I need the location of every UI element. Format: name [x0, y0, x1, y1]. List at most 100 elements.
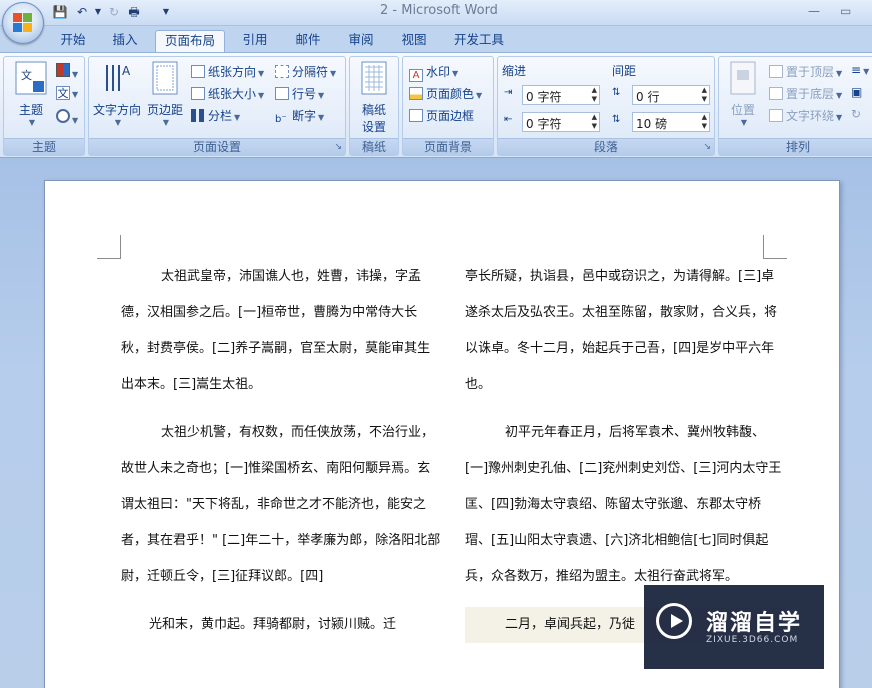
paragraph[interactable]: 太祖武皇帝，沛国谯人也，姓曹，讳操，字孟德，汉相国参之后。[一]桓帝世，曹腾为中… — [121, 259, 441, 403]
margin-corner-mark — [763, 235, 787, 259]
text-direction-icon: A — [106, 64, 131, 91]
title-bar: 💾 ↶ ▼ ↻ 🖶 ▼ 2 - Microsoft Word — ▭ — [0, 0, 872, 44]
paragraph[interactable]: 亭长所疑，执诣县，邑中或窃识之，为请得解。[三]卓遂杀太后及弘农王。太祖至陈留，… — [465, 259, 785, 403]
undo-dropdown-icon[interactable]: ▼ — [90, 4, 106, 20]
watermark-button[interactable]: A 水印 ▼ — [409, 63, 458, 82]
text-direction-button[interactable]: A 文字方向 ▼ — [91, 61, 143, 127]
line-numbers-icon — [275, 87, 289, 100]
group-icon[interactable]: ▣ — [851, 85, 862, 99]
office-logo-icon — [13, 13, 33, 33]
page-borders-icon — [409, 109, 423, 122]
indent-right-icon: ⇤ — [504, 114, 513, 125]
page-borders-button[interactable]: 页面边框 — [409, 107, 474, 124]
hyphenation-button[interactable]: b⁻ 断字 ▼ — [275, 107, 324, 127]
redo-icon[interactable]: ↻ — [106, 4, 122, 20]
theme-fonts-button[interactable]: 文 ▼ — [56, 86, 78, 100]
tab-page-layout[interactable]: 页面布局 — [155, 30, 225, 53]
draft-paper-label-1: 稿纸 — [361, 103, 386, 117]
indent-left-icon: ⇥ — [504, 87, 513, 98]
position-button[interactable]: 位置 ▼ — [723, 61, 763, 127]
page-size-button[interactable]: 纸张大小 ▼ — [191, 85, 264, 102]
page-background-group-label: 页面背景 — [403, 138, 493, 155]
print-preview-icon[interactable]: 🖶 — [126, 4, 142, 20]
page-setup-launcher-icon[interactable]: ↘ — [334, 142, 342, 152]
draft-paper-group: 稿纸 设置 稿纸 — [349, 56, 399, 156]
draft-paper-icon — [361, 61, 387, 95]
customize-toolbar-icon[interactable]: ▼ — [158, 4, 174, 20]
save-icon[interactable]: 💾 — [52, 4, 68, 20]
arrange-group-label: 排列 — [719, 138, 872, 155]
text-wrapping-button[interactable]: 文字环绕 ▼ — [769, 107, 842, 124]
left-text-column[interactable]: 太祖武皇帝，沛国谯人也，姓曹，讳操，字孟德，汉相国参之后。[一]桓帝世，曹腾为中… — [121, 259, 441, 655]
paragraph[interactable]: 初平元年春正月，后将军袁术、冀州牧韩馥、[一]豫州刺史孔伷、[二]兖州刺史刘岱、… — [465, 415, 785, 595]
send-to-back-button[interactable]: 置于底层 ▼ — [769, 85, 842, 102]
theme-colors-button[interactable]: ▼ — [56, 63, 78, 80]
send-to-back-icon — [769, 87, 783, 100]
chevron-down-icon: ▼ — [162, 118, 170, 127]
chevron-down-icon: ▼ — [114, 118, 122, 127]
tab-review[interactable]: 审阅 — [340, 30, 382, 52]
position-label: 位置 — [730, 103, 755, 117]
page-setup-group-label: 页面设置 — [89, 138, 345, 155]
line-numbers-button[interactable]: 行号 ▼ — [275, 85, 324, 102]
paragraph[interactable]: 光和末，黄巾起。拜骑都尉，讨颍川贼。迁 — [121, 607, 441, 643]
draft-paper-group-label: 稿纸 — [350, 138, 398, 155]
maximize-icon[interactable]: ▭ — [840, 4, 851, 18]
margin-corner-mark — [97, 235, 121, 259]
margins-button[interactable]: 页边距 ▼ — [143, 61, 187, 127]
align-icon[interactable]: ≡ ▼ — [851, 63, 869, 77]
hyphenation-icon: b⁻ — [275, 114, 287, 125]
spacing-before-icon: ⇅ — [612, 87, 621, 98]
tab-view[interactable]: 视图 — [393, 30, 435, 52]
theme-fonts-icon: 文 — [56, 86, 70, 100]
spacing-label: 间距 — [612, 64, 637, 78]
watermark-url: ZIXUE.3D66.COM — [706, 635, 799, 645]
office-button[interactable] — [2, 2, 44, 44]
breaks-button[interactable]: 分隔符 ▼ — [275, 63, 336, 80]
page-background-group: A 水印 ▼ 页面颜色 ▼ 页面边框 页面背景 — [402, 56, 494, 156]
themes-icon: 文 — [15, 61, 47, 95]
tab-insert[interactable]: 插入 — [104, 30, 146, 52]
draft-paper-label-2: 设置 — [361, 120, 386, 134]
arrange-group: 位置 ▼ 置于顶层 ▼ 置于底层 ▼ 文字环绕 ▼ ≡ ▼ ▣ ↻ 排列 — [718, 56, 872, 156]
paragraph-launcher-icon[interactable]: ↘ — [703, 142, 711, 152]
indent-left-input[interactable]: 0 字符 ▲ ▼ — [522, 85, 600, 105]
page-size-icon — [191, 87, 205, 100]
window-title: 2 - Microsoft Word — [380, 3, 498, 18]
columns-icon — [191, 109, 205, 122]
text-direction-label: 文字方向 — [92, 103, 141, 117]
paragraph[interactable]: 太祖少机警，有权数，而任侠放荡，不治行业，故世人未之奇也；[一]惟梁国桥玄、南阳… — [121, 415, 441, 595]
tab-developer[interactable]: 开发工具 — [446, 30, 512, 52]
bring-to-front-button[interactable]: 置于顶层 ▼ — [769, 63, 842, 80]
spacing-after-input[interactable]: 10 磅 ▲ ▼ — [632, 112, 710, 132]
theme-group: 文 主题 ▼ ▼ 文 ▼ ▼ 主题 — [3, 56, 85, 156]
site-watermark: 溜溜自学 ZIXUE.3D66.COM — [644, 585, 824, 669]
watermark-title: 溜溜自学 — [706, 611, 803, 636]
theme-effects-button[interactable]: ▼ — [56, 109, 78, 126]
tab-references[interactable]: 引用 — [234, 30, 276, 52]
ribbon-tabs: 开始 插入 页面布局 引用 邮件 审阅 视图 开发工具 — [0, 26, 872, 53]
spinner-icon[interactable]: ▲ ▼ — [592, 113, 597, 131]
draft-paper-settings-button[interactable]: 稿纸 设置 — [352, 61, 396, 135]
undo-icon[interactable]: ↶ — [74, 4, 90, 20]
breaks-icon — [275, 65, 289, 78]
spacing-before-input[interactable]: 0 行 ▲ ▼ — [632, 85, 710, 105]
spinner-icon[interactable]: ▲ ▼ — [702, 86, 707, 104]
indent-right-input[interactable]: 0 字符 ▲ ▼ — [522, 112, 600, 132]
play-logo-icon — [656, 603, 692, 639]
page-color-button[interactable]: 页面颜色 ▼ — [409, 85, 482, 102]
rotate-icon[interactable]: ↻ — [851, 107, 861, 121]
tab-home[interactable]: 开始 — [52, 30, 94, 52]
theme-effects-icon — [56, 109, 70, 123]
page-color-icon — [409, 87, 423, 100]
spinner-icon[interactable]: ▲ ▼ — [592, 86, 597, 104]
spinner-icon[interactable]: ▲ ▼ — [702, 113, 707, 131]
paragraph-group: 缩进 间距 ⇥ 0 字符 ▲ ▼ ⇤ 0 字符 ▲ ▼ ⇅ 0 行 ▲ ▼ ⇅ 10 … — [497, 56, 715, 156]
tab-mailings[interactable]: 邮件 — [287, 30, 329, 52]
chevron-down-icon: ▼ — [28, 118, 36, 127]
position-icon — [730, 61, 756, 95]
minimize-icon[interactable]: — — [808, 4, 820, 18]
themes-button[interactable]: 文 主题 ▼ — [8, 61, 54, 127]
orientation-button[interactable]: 纸张方向 ▼ — [191, 63, 264, 80]
columns-button[interactable]: 分栏 ▼ — [191, 107, 240, 124]
